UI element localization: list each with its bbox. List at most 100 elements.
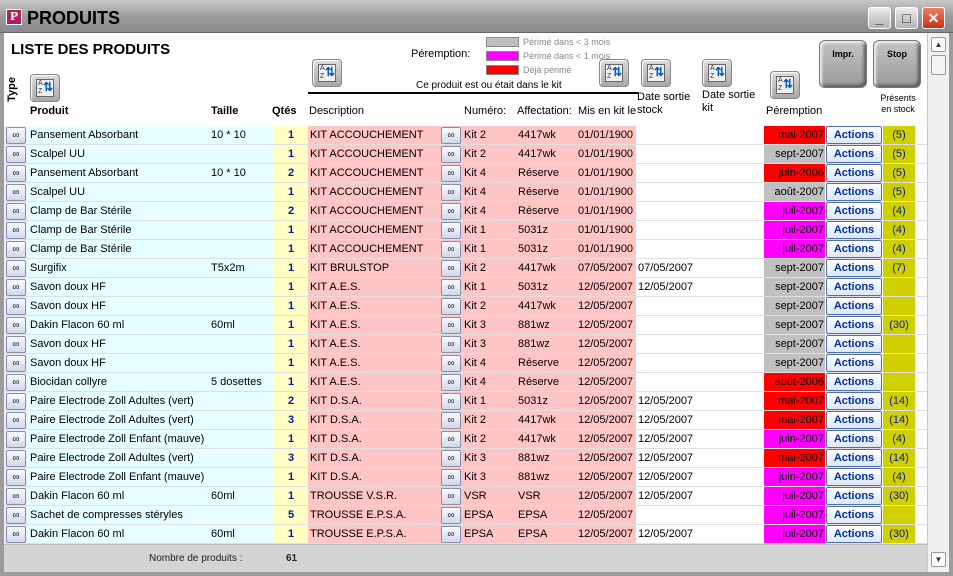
- glasses-icon[interactable]: ∞: [6, 298, 26, 315]
- kit-number: EPSA: [462, 525, 516, 544]
- table-row: ∞ Savon doux HF 1 KIT A.E.S. Kit 2 4417wk 12/0…: [4, 297, 927, 316]
- actions-button[interactable]: Actions: [826, 373, 882, 391]
- kit-date-added: 01/01/1900: [576, 202, 636, 221]
- kit-affectation: Réserve: [516, 164, 576, 183]
- scroll-down-icon[interactable]: ▼: [931, 552, 946, 567]
- glasses-icon[interactable]: ∞: [6, 203, 26, 220]
- actions-button[interactable]: Actions: [826, 316, 882, 334]
- sort-peremption-button[interactable]: A Z ⇅: [770, 71, 800, 99]
- glasses-icon[interactable]: ∞: [6, 279, 26, 296]
- actions-button[interactable]: Actions: [826, 354, 882, 372]
- actions-button[interactable]: Actions: [826, 278, 882, 296]
- glasses-icon[interactable]: ∞: [441, 526, 461, 543]
- sort-mis-en-kit-button[interactable]: A Z ⇅: [599, 59, 629, 87]
- actions-button[interactable]: Actions: [826, 126, 882, 144]
- glasses-icon[interactable]: ∞: [441, 241, 461, 258]
- date-out-kit: [700, 240, 764, 259]
- actions-button[interactable]: Actions: [826, 487, 882, 505]
- minimize-button[interactable]: _: [868, 7, 891, 29]
- glasses-icon[interactable]: ∞: [6, 393, 26, 410]
- actions-button[interactable]: Actions: [826, 392, 882, 410]
- actions-button[interactable]: Actions: [826, 183, 882, 201]
- glasses-icon[interactable]: ∞: [441, 146, 461, 163]
- actions-button[interactable]: Actions: [826, 411, 882, 429]
- kit-number: Kit 3: [462, 335, 516, 354]
- legend-red: Déjà périmé: [486, 64, 572, 75]
- glasses-icon[interactable]: ∞: [441, 298, 461, 315]
- glasses-icon[interactable]: ∞: [6, 165, 26, 182]
- actions-button[interactable]: Actions: [826, 240, 882, 258]
- glasses-icon[interactable]: ∞: [6, 241, 26, 258]
- glasses-icon[interactable]: ∞: [441, 450, 461, 467]
- glasses-icon[interactable]: ∞: [6, 146, 26, 163]
- actions-button[interactable]: Actions: [826, 525, 882, 543]
- glasses-icon[interactable]: ∞: [441, 507, 461, 524]
- glasses-icon[interactable]: ∞: [441, 374, 461, 391]
- actions-button[interactable]: Actions: [826, 430, 882, 448]
- product-size: [209, 430, 274, 449]
- stop-button[interactable]: Stop: [873, 40, 921, 88]
- glasses-icon[interactable]: ∞: [6, 355, 26, 372]
- glasses-icon[interactable]: ∞: [441, 431, 461, 448]
- glasses-icon[interactable]: ∞: [6, 469, 26, 486]
- actions-button[interactable]: Actions: [826, 145, 882, 163]
- glasses-icon[interactable]: ∞: [6, 336, 26, 353]
- glasses-icon[interactable]: ∞: [441, 127, 461, 144]
- stock-count: (4): [883, 468, 915, 487]
- kit-description: KIT ACCOUCHEMENT: [308, 164, 440, 183]
- sort-description-button[interactable]: A Z ⇅: [312, 59, 342, 87]
- actions-button[interactable]: Actions: [826, 297, 882, 315]
- print-button[interactable]: Impr.: [819, 40, 867, 88]
- glasses-icon[interactable]: ∞: [441, 222, 461, 239]
- close-button[interactable]: ✕: [922, 7, 945, 29]
- actions-button[interactable]: Actions: [826, 506, 882, 524]
- glasses-icon[interactable]: ∞: [441, 355, 461, 372]
- actions-button[interactable]: Actions: [826, 335, 882, 353]
- actions-button[interactable]: Actions: [826, 202, 882, 220]
- stock-count: [883, 278, 915, 297]
- glasses-icon[interactable]: ∞: [6, 412, 26, 429]
- glasses-icon[interactable]: ∞: [441, 336, 461, 353]
- glasses-icon[interactable]: ∞: [441, 279, 461, 296]
- scroll-up-icon[interactable]: ▲: [931, 37, 946, 52]
- glasses-icon[interactable]: ∞: [6, 431, 26, 448]
- glasses-icon[interactable]: ∞: [6, 488, 26, 505]
- sort-produit-button[interactable]: A Z ⇅: [30, 74, 60, 102]
- actions-button[interactable]: Actions: [826, 164, 882, 182]
- glasses-icon[interactable]: ∞: [6, 222, 26, 239]
- product-name: Savon doux HF: [27, 297, 209, 316]
- product-size: [209, 468, 274, 487]
- glasses-icon[interactable]: ∞: [441, 488, 461, 505]
- glasses-icon[interactable]: ∞: [6, 317, 26, 334]
- sort-sortie-stock-button[interactable]: A Z ⇅: [641, 59, 671, 87]
- glasses-icon[interactable]: ∞: [6, 127, 26, 144]
- glasses-icon[interactable]: ∞: [441, 203, 461, 220]
- sort-sortie-kit-button[interactable]: A Z ⇅: [702, 59, 732, 87]
- product-quantity: 1: [274, 145, 308, 164]
- glasses-icon[interactable]: ∞: [6, 184, 26, 201]
- maximize-button[interactable]: □: [895, 7, 918, 29]
- expiry-date: sept-2007: [764, 335, 825, 354]
- glasses-icon[interactable]: ∞: [441, 317, 461, 334]
- actions-button[interactable]: Actions: [826, 259, 882, 277]
- glasses-icon[interactable]: ∞: [6, 450, 26, 467]
- glasses-icon[interactable]: ∞: [441, 469, 461, 486]
- stock-count: [883, 297, 915, 316]
- scroll-thumb[interactable]: [931, 55, 946, 75]
- actions-button[interactable]: Actions: [826, 468, 882, 486]
- expiry-date: juin-2007: [764, 430, 825, 449]
- actions-button[interactable]: Actions: [826, 449, 882, 467]
- product-quantity: 1: [274, 354, 308, 373]
- glasses-icon[interactable]: ∞: [441, 260, 461, 277]
- glasses-icon[interactable]: ∞: [6, 374, 26, 391]
- glasses-icon[interactable]: ∞: [6, 507, 26, 524]
- glasses-icon[interactable]: ∞: [441, 393, 461, 410]
- vertical-scrollbar[interactable]: ▲ ▼: [927, 33, 949, 572]
- table-row: ∞ Dakin Flacon 60 ml 60ml 1 TROUSSE V.S.R. VS…: [4, 487, 927, 506]
- glasses-icon[interactable]: ∞: [6, 260, 26, 277]
- glasses-icon[interactable]: ∞: [6, 526, 26, 543]
- glasses-icon[interactable]: ∞: [441, 184, 461, 201]
- glasses-icon[interactable]: ∞: [441, 412, 461, 429]
- glasses-icon[interactable]: ∞: [441, 165, 461, 182]
- actions-button[interactable]: Actions: [826, 221, 882, 239]
